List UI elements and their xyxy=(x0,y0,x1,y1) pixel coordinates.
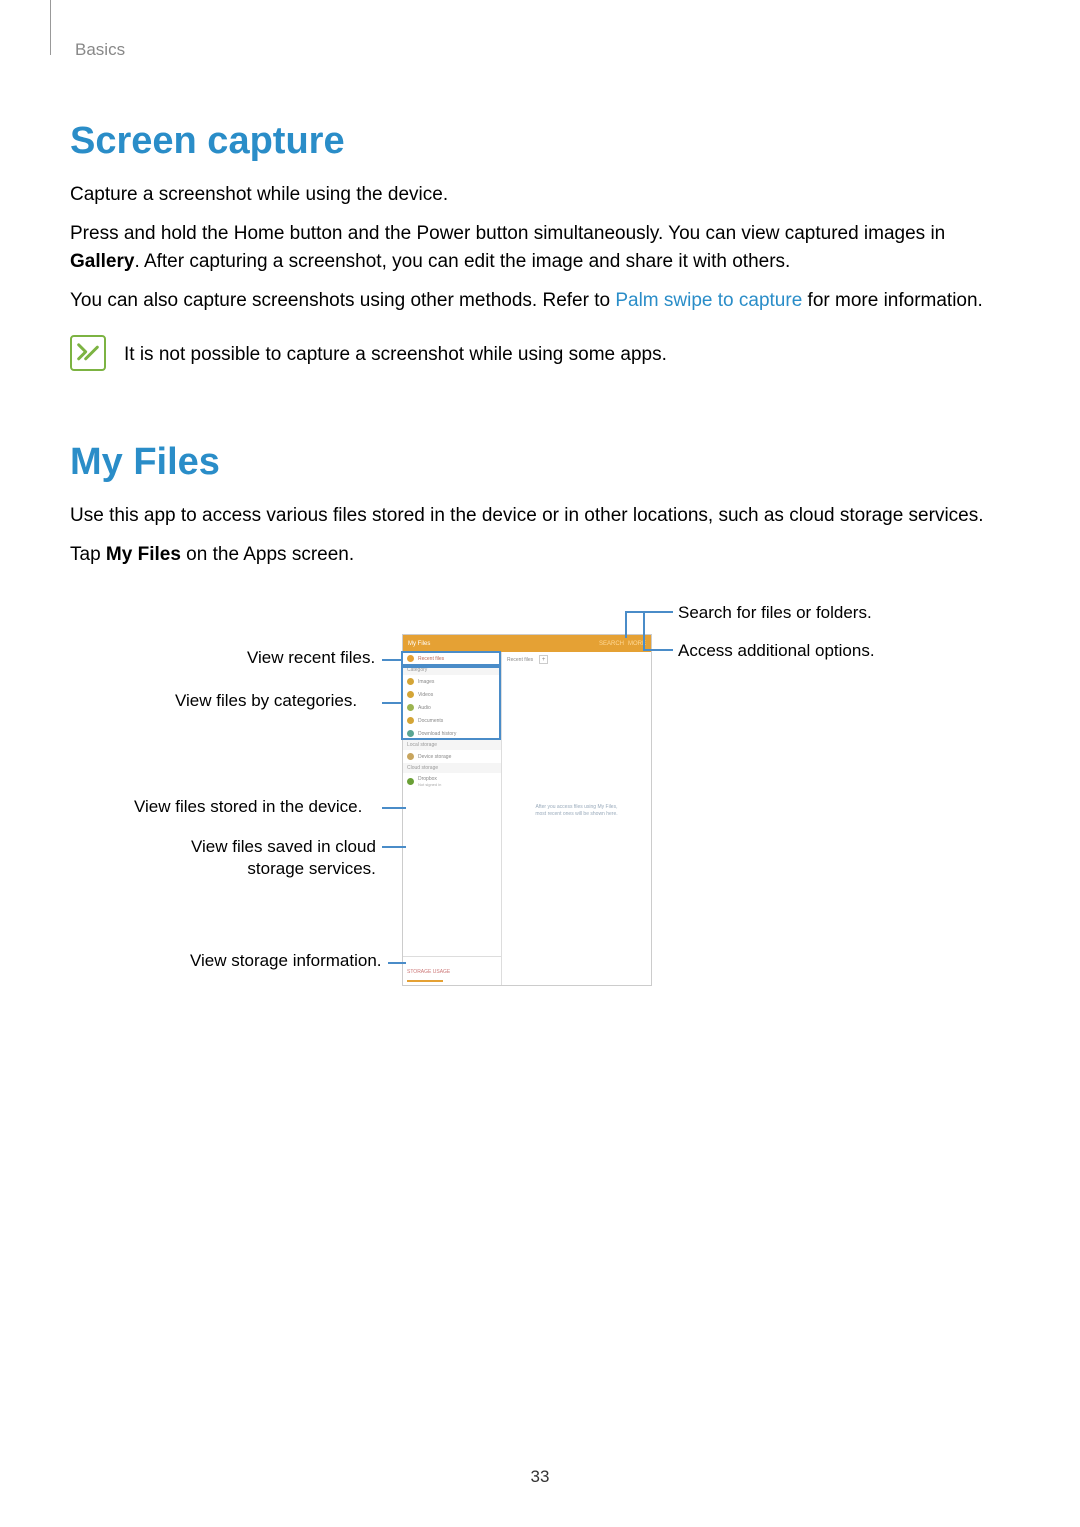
sidebar-storage: STORAGE USAGE xyxy=(403,956,501,985)
sidebar-device: Device storage xyxy=(403,750,501,763)
screenshot-header: My Files SEARCH MORE xyxy=(403,635,651,652)
sidebar-videos: Videos xyxy=(403,688,501,701)
dot-icon xyxy=(407,678,414,685)
callout-categories: View files by categories. xyxy=(175,691,357,711)
sidebar-dropbox: Dropbox Not signed in xyxy=(403,773,501,790)
sidebar-documents: Documents xyxy=(403,714,501,727)
heading-screen-capture: Screen capture xyxy=(70,120,1010,163)
dot-icon xyxy=(407,730,414,737)
palm-swipe-link[interactable]: Palm swipe to capture xyxy=(615,290,802,311)
content-area: Recent files + After you access files us… xyxy=(502,652,651,985)
dot-icon xyxy=(407,655,414,662)
callout-line xyxy=(388,962,406,964)
heading-my-files: My Files xyxy=(70,441,1010,484)
note-text: It is not possible to capture a screensh… xyxy=(124,335,667,370)
callout-line xyxy=(382,846,406,848)
dot-icon xyxy=(407,691,414,698)
paragraph-mf-2: Tap My Files on the Apps screen. xyxy=(70,541,1010,570)
content-message: After you access files using My Files, m… xyxy=(507,804,646,817)
app-title: My Files xyxy=(408,641,430,647)
app-screenshot: My Files SEARCH MORE Recent files Catego… xyxy=(402,634,652,986)
callout-line xyxy=(382,807,406,809)
storage-label: STORAGE USAGE xyxy=(407,969,450,975)
note-icon xyxy=(70,335,106,371)
paragraph-sc-2: Press and hold the Home button and the P… xyxy=(70,220,1010,277)
paragraph-sc-1: Capture a screenshot while using the dev… xyxy=(70,181,1010,210)
callout-storage: View storage information. xyxy=(190,951,382,971)
diagram-container: My Files SEARCH MORE Recent files Catego… xyxy=(70,599,1010,1019)
callout-options: Access additional options. xyxy=(678,641,875,661)
sidebar-download: Download history xyxy=(403,727,501,740)
section-cloud: Cloud storage xyxy=(403,763,501,773)
search-button: SEARCH xyxy=(599,641,624,647)
callout-line xyxy=(382,659,402,661)
callout-cloud: View files saved in cloud storage servic… xyxy=(191,836,376,880)
callout-line xyxy=(625,611,673,613)
app-sidebar: Recent files Category Images Videos Audi… xyxy=(403,652,502,985)
callout-line xyxy=(643,611,645,650)
section-category: Category xyxy=(403,665,501,675)
my-files-bold: My Files xyxy=(106,544,181,565)
dot-icon xyxy=(407,753,414,760)
paragraph-mf-1: Use this app to access various files sto… xyxy=(70,502,1010,531)
section-local: Local storage xyxy=(403,740,501,750)
dot-icon xyxy=(407,778,414,785)
callout-device: View files stored in the device. xyxy=(134,797,362,817)
callout-recent: View recent files. xyxy=(247,648,375,668)
gallery-bold: Gallery xyxy=(70,251,134,272)
dot-icon xyxy=(407,717,414,724)
note-box: It is not possible to capture a screensh… xyxy=(70,335,1010,371)
page-number: 33 xyxy=(531,1467,550,1487)
callout-line xyxy=(625,611,627,638)
callout-line xyxy=(382,702,402,704)
content-tab: Recent files xyxy=(507,657,533,663)
sidebar-audio: Audio xyxy=(403,701,501,714)
dot-icon xyxy=(407,704,414,711)
breadcrumb: Basics xyxy=(75,40,1010,60)
callout-search: Search for files or folders. xyxy=(678,603,872,623)
plus-button: + xyxy=(539,655,548,664)
sidebar-images: Images xyxy=(403,675,501,688)
sidebar-recent: Recent files xyxy=(403,652,501,665)
storage-bar xyxy=(407,980,443,982)
callout-line xyxy=(643,649,673,651)
paragraph-sc-3: You can also capture screenshots using o… xyxy=(70,287,1010,316)
